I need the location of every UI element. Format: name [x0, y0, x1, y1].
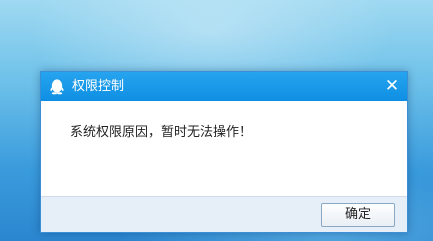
close-icon[interactable]: ✕ — [382, 76, 402, 96]
dialog-title: 权限控制 — [72, 79, 125, 94]
qq-penguin-icon — [49, 78, 65, 95]
permission-dialog: 权限控制 ✕ 系统权限原因，暂时无法操作！ 确定 — [40, 71, 408, 233]
dialog-message: 系统权限原因，暂时无法操作！ — [70, 125, 253, 140]
dialog-titlebar[interactable]: 权限控制 ✕ — [41, 72, 407, 101]
ok-button[interactable]: 确定 — [321, 203, 395, 227]
dialog-footer: 确定 — [41, 196, 407, 232]
